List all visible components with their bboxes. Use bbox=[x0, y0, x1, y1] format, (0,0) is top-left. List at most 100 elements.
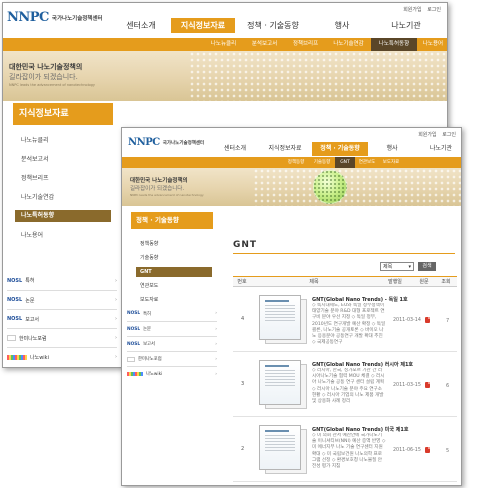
col-header-views: 조회 bbox=[441, 279, 451, 285]
row-date: 2011-03-14 bbox=[393, 318, 421, 323]
select-value: 제목 bbox=[383, 264, 393, 270]
chevron-right-icon: › bbox=[115, 297, 117, 303]
row-title[interactable]: GNT(Global Nano Trends) 러시아 제1호 bbox=[312, 361, 413, 368]
table-row[interactable]: 2 GNT(Global Nano Trends) 미국 제1호 ◇ 미 의회 … bbox=[233, 418, 457, 482]
table-row[interactable]: 3 GNT(Global Nano Trends) 러시아 제1호 ◇ 러시아,… bbox=[233, 353, 457, 417]
gnb-item-center-intro[interactable]: 센터소개 bbox=[111, 18, 171, 33]
pdf-icon[interactable] bbox=[425, 447, 430, 453]
quick-link-papers[interactable]: NOSL 논문 › bbox=[7, 290, 117, 309]
row-views: 7 bbox=[446, 318, 450, 324]
row-date: 2011-06-15 bbox=[393, 448, 421, 453]
lnb-item-tech-trends[interactable]: 기술동향 bbox=[136, 251, 212, 265]
subnav-item-nano-weekly[interactable]: 나노뉴클리 bbox=[203, 38, 244, 51]
korea-flag-icon bbox=[7, 335, 16, 341]
subnav-item-press[interactable]: 보도자료 bbox=[379, 157, 403, 168]
col-header-date: 발행일 bbox=[388, 279, 402, 285]
quick-link-nano-wiki[interactable]: 나노wiki › bbox=[7, 347, 117, 366]
banner-caption: NNPC leads the advancement of nanotechno… bbox=[130, 193, 204, 197]
quick-link-reports[interactable]: NOSL 보고서 › bbox=[127, 336, 217, 351]
lnb-item-patent-trends[interactable]: 나노특허동향 bbox=[15, 210, 111, 222]
nnpc-logo-mark: NNPC bbox=[7, 10, 49, 25]
gnb-item-nano-orgs[interactable]: 나노기관 bbox=[416, 142, 461, 156]
hero-banner: 대한민국 나노기술정책의 길라잡이가 되겠습니다. NNPC leads the… bbox=[122, 168, 461, 206]
search-button[interactable]: 검색 bbox=[418, 262, 436, 271]
site-logo[interactable]: NNPC 국가나노기술정책센터 bbox=[128, 137, 204, 148]
lnb-item-label: 보도자료 bbox=[140, 297, 159, 303]
lnb-item-yearbook[interactable]: 나노기술연감 bbox=[15, 188, 111, 207]
page-title: GNT bbox=[233, 240, 258, 250]
quick-link-label: 보고서 bbox=[25, 316, 40, 323]
chevron-right-icon: › bbox=[215, 356, 217, 362]
quick-link-korea-us-forum[interactable]: 한미나노포럼 › bbox=[7, 328, 117, 347]
table-row[interactable]: 4 GNT(Global Nano Trends) - 독일 1호 ◇ 독시대제… bbox=[233, 288, 457, 352]
login-link[interactable]: 로그인 bbox=[427, 7, 441, 13]
login-link[interactable]: 로그인 bbox=[442, 132, 456, 138]
site-logo[interactable]: NNPC 국가나노기술정책센터 bbox=[7, 10, 103, 25]
subnav-item-policy-brief[interactable]: 정책브리프 bbox=[285, 38, 326, 51]
pdf-icon[interactable] bbox=[425, 317, 430, 323]
subnav-item-patent-trends[interactable]: 나노특허동향 bbox=[371, 38, 417, 51]
row-title[interactable]: GNT(Global Nano Trends) 미국 제1호 bbox=[312, 426, 408, 433]
quick-link-patents[interactable]: NOSL 특허 › bbox=[7, 271, 117, 290]
gnb-item-policy-tech[interactable]: 정책 · 기술동향 bbox=[312, 142, 368, 156]
lnb-item-policy-brief[interactable]: 정책브리프 bbox=[15, 169, 111, 188]
subnav-item-policy-trends[interactable]: 정책동향 bbox=[283, 157, 309, 168]
gnb-item-events[interactable]: 행사 bbox=[311, 18, 373, 33]
signup-link[interactable]: 회원가입 bbox=[403, 7, 421, 13]
subnav-item-glossary[interactable]: 나노용어 bbox=[417, 38, 447, 51]
report-thumbnail[interactable] bbox=[259, 295, 301, 340]
nosl-logo: NOSL bbox=[127, 341, 141, 347]
subnav-item-analysis[interactable]: 분석보고서 bbox=[244, 38, 285, 51]
subnav-item-related-news[interactable]: 연관보도 bbox=[355, 157, 379, 168]
lnb-item-press[interactable]: 보도자료 bbox=[136, 293, 212, 307]
chevron-right-icon: › bbox=[215, 341, 217, 347]
lnb-item-label: 분석보고서 bbox=[21, 156, 49, 163]
subnav-item-gnt[interactable]: GNT bbox=[335, 157, 355, 168]
lnb-item-label: 나노특허동향 bbox=[21, 212, 55, 219]
row-title[interactable]: GNT(Global Nano Trends) - 독일 1호 bbox=[312, 296, 408, 303]
lnb-item-gnt[interactable]: GNT bbox=[136, 267, 212, 277]
lnb-item-glossary[interactable]: 나노용어 bbox=[15, 226, 111, 245]
quick-link-papers[interactable]: NOSL 논문 › bbox=[127, 321, 217, 336]
gnb-item-knowledge[interactable]: 지식정보자료 bbox=[171, 18, 235, 33]
quick-link-label: 특허 bbox=[143, 311, 151, 317]
col-header-title: 제목 bbox=[309, 279, 319, 285]
signup-link[interactable]: 회원가입 bbox=[418, 132, 436, 138]
gnb-item-knowledge[interactable]: 지식정보자료 bbox=[258, 142, 312, 156]
quick-link-nano-wiki[interactable]: 나노wiki › bbox=[127, 366, 217, 381]
quick-link-reports[interactable]: NOSL 보고서 › bbox=[7, 309, 117, 328]
title-divider bbox=[233, 253, 455, 254]
lnb-item-label: 정책동향 bbox=[140, 241, 159, 247]
quick-link-label: 특허 bbox=[25, 278, 35, 284]
report-thumbnail[interactable] bbox=[259, 425, 301, 470]
chevron-down-icon: ▾ bbox=[408, 263, 411, 270]
quick-link-patents[interactable]: NOSL 특허 › bbox=[127, 306, 217, 321]
quick-link-korea-us-forum[interactable]: 한미나노포럼 › bbox=[127, 351, 217, 366]
lnb-item-nano-weekly[interactable]: 나노뉴클리 bbox=[15, 131, 111, 150]
nanotube-graphic bbox=[189, 51, 447, 101]
gnb-item-nano-orgs[interactable]: 나노기관 bbox=[373, 18, 439, 33]
gnb-item-events[interactable]: 행사 bbox=[368, 142, 416, 156]
col-header-original: 원문 bbox=[419, 279, 429, 285]
quick-link-label: 한미나노포럼 bbox=[19, 335, 47, 342]
fullerene-graphic bbox=[313, 170, 347, 204]
row-summary: ◇ 미 의회 관서 예산안에 국가나노기술 이니셔티브(NNI) 예산 증액 반… bbox=[312, 433, 386, 470]
banner-subtitle: 길라잡이가 되겠습니다. bbox=[9, 73, 78, 81]
report-thumbnail[interactable] bbox=[259, 360, 301, 405]
lnb-item-analysis[interactable]: 분석보고서 bbox=[15, 150, 111, 169]
chevron-right-icon: › bbox=[215, 371, 217, 377]
utility-links: 회원가입 로그인 bbox=[414, 131, 456, 138]
banner-subtitle: 길라잡이가 되겠습니다. bbox=[130, 186, 185, 192]
search-field-select[interactable]: 제목 ▾ bbox=[380, 262, 414, 271]
subnav-item-yearbook[interactable]: 나노기술연감 bbox=[326, 38, 371, 51]
gnb-item-center-intro[interactable]: 센터소개 bbox=[212, 142, 258, 156]
wiki-icon bbox=[7, 354, 27, 360]
subnav-item-tech-trends[interactable]: 기술동향 bbox=[309, 157, 335, 168]
sub-nav-bar: 정책동향 기술동향 GNT 연관보도 보도자료 bbox=[122, 157, 461, 168]
hero-banner: 대한민국 나노기술정책의 길라잡이가 되겠습니다. NNPC leads the… bbox=[3, 51, 447, 101]
pdf-icon[interactable] bbox=[425, 382, 430, 388]
nosl-logo: NOSL bbox=[127, 326, 141, 332]
lnb-item-policy-trends[interactable]: 정책동향 bbox=[136, 237, 212, 251]
lnb-item-related-news[interactable]: 연관보도 bbox=[136, 279, 212, 293]
gnb-item-policy-tech[interactable]: 정책 · 기술동향 bbox=[235, 18, 311, 33]
